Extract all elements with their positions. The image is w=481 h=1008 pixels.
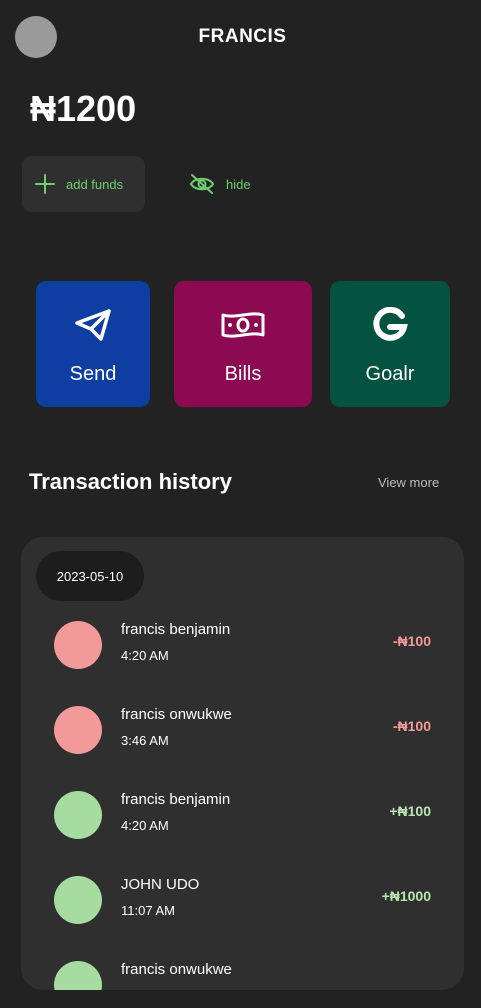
transaction-time: 11:07 AM [121,903,175,918]
add-funds-label: add funds [66,176,124,192]
hide-balance-button[interactable]: hide [188,170,251,198]
goalr-logo-icon [373,307,408,341]
transaction-amount: +₦100 [389,803,431,819]
transaction-row[interactable]: francis benjamin 4:20 AM -₦100 [21,621,464,681]
app-header: FRANCIS [0,0,481,76]
plus-icon [35,174,55,194]
transaction-row[interactable]: francis benjamin 4:20 AM +₦100 [21,791,464,851]
transaction-list-card: 2023-05-10 francis benjamin 4:20 AM -₦10… [21,537,464,990]
goalr-button[interactable]: Goalr [330,281,450,407]
balance-amount: ₦1200 [30,88,137,129]
bills-label: Bills [224,363,262,385]
page-title: FRANCIS [198,26,287,47]
transaction-avatar [54,961,102,990]
eye-off-icon [189,174,215,194]
transaction-avatar [54,706,102,754]
transaction-history-title: Transaction history [29,469,232,494]
send-label: Send [69,363,117,385]
date-badge: 2023-05-10 [36,551,144,601]
transaction-avatar [54,791,102,839]
transaction-amount: +₦1000 [381,888,431,904]
hide-label: hide [226,176,251,192]
view-more-link[interactable]: View more [378,475,439,490]
transaction-time: 4:20 AM [121,648,169,663]
transaction-row[interactable]: francis onwukwe [21,961,464,990]
send-icon [75,309,111,341]
transaction-name: francis benjamin [121,621,231,638]
goalr-label: Goalr [365,363,415,385]
transaction-name: francis benjamin [121,791,231,808]
transaction-name: francis onwukwe [121,706,232,723]
transaction-amount: -₦100 [392,718,431,734]
add-funds-button[interactable]: add funds [22,156,145,212]
transaction-amount: -₦100 [392,633,431,649]
transaction-avatar [54,876,102,924]
transaction-time: 3:46 AM [121,733,169,748]
transaction-row[interactable]: francis onwukwe 3:46 AM -₦100 [21,706,464,766]
transaction-avatar [54,621,102,669]
transaction-name: francis onwukwe [121,961,232,978]
transaction-time: 4:20 AM [121,818,169,833]
banknote-icon [221,312,265,338]
send-button[interactable]: Send [36,281,150,407]
transaction-row[interactable]: JOHN UDO 11:07 AM +₦1000 [21,876,464,936]
bills-button[interactable]: Bills [174,281,312,407]
transaction-name: JOHN UDO [121,876,200,893]
